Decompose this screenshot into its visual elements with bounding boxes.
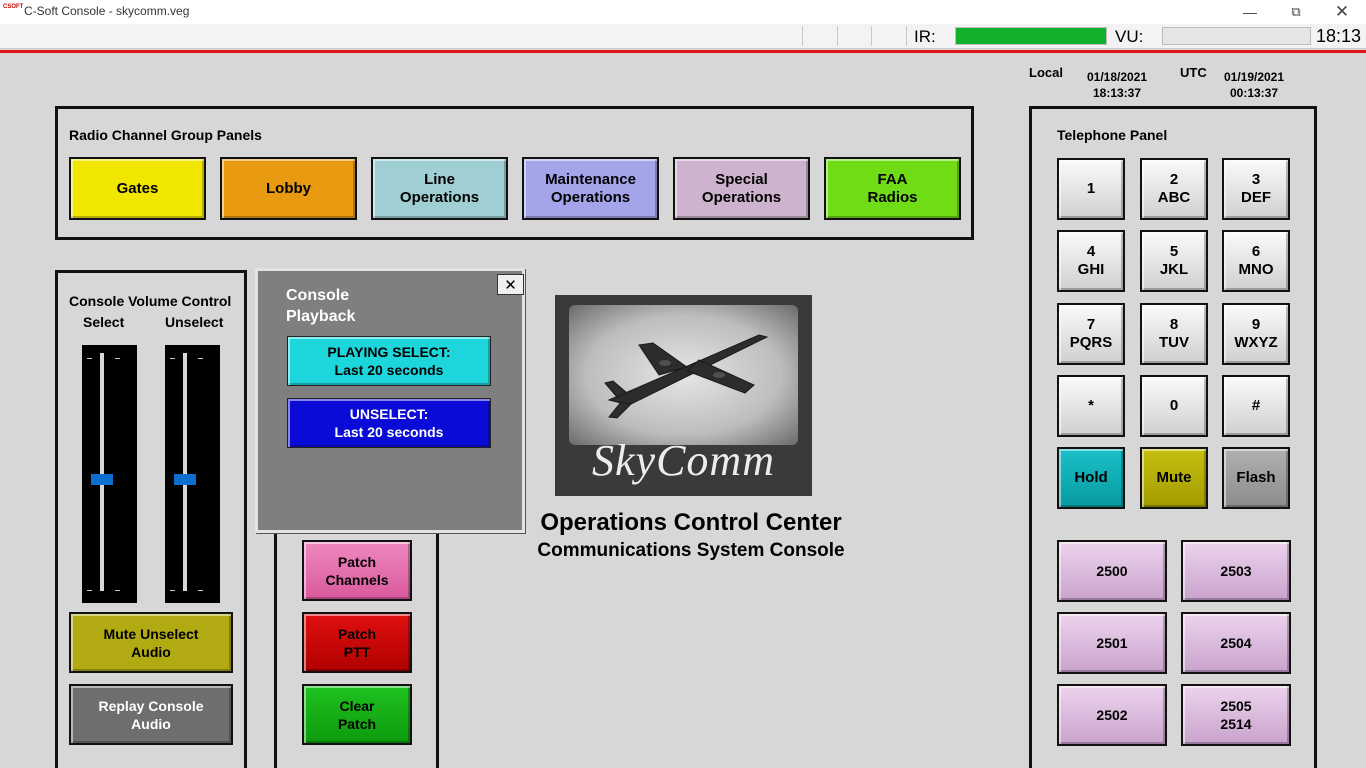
radio-group-maintenance-operations-button[interactable]: Maintenance Operations bbox=[522, 157, 659, 220]
restore-icon: ⧉ bbox=[1291, 4, 1301, 19]
slider-tick bbox=[87, 590, 92, 591]
radio-group-lobby-button[interactable]: Lobby bbox=[220, 157, 357, 220]
clear-patch-button[interactable]: Clear Patch bbox=[302, 684, 412, 745]
slider-rail bbox=[183, 353, 187, 591]
status-divider bbox=[906, 26, 907, 46]
airplane-icon bbox=[604, 334, 769, 419]
extension-2504-button[interactable]: 2504 bbox=[1181, 612, 1291, 674]
slider-tick bbox=[170, 590, 175, 591]
radio-group-gates-button[interactable]: Gates bbox=[69, 157, 206, 220]
vu-label: VU: bbox=[1115, 27, 1144, 46]
radio-group-faa-radios-button[interactable]: FAA Radios bbox=[824, 157, 961, 220]
dial-key-4[interactable]: 4 GHI bbox=[1057, 230, 1125, 292]
minimize-button[interactable]: — bbox=[1227, 0, 1273, 24]
dial-key-0[interactable]: 0 bbox=[1140, 375, 1208, 437]
utc-time-label: UTC bbox=[1180, 65, 1207, 80]
volume-panel-title: Console Volume Control bbox=[69, 293, 232, 309]
ir-meter bbox=[955, 27, 1107, 45]
unselect-volume-thumb[interactable] bbox=[174, 473, 196, 485]
dial-key-star[interactable]: * bbox=[1057, 375, 1125, 437]
vu-meter bbox=[1162, 27, 1311, 45]
extension-2501-button[interactable]: 2501 bbox=[1057, 612, 1167, 674]
close-icon: ✕ bbox=[504, 276, 517, 294]
minimize-icon: — bbox=[1243, 4, 1257, 20]
ir-label: IR: bbox=[914, 27, 936, 46]
radio-group-line-operations-button[interactable]: Line Operations bbox=[371, 157, 508, 220]
console-playback-popup: Console Playback ✕ PLAYING SELECT: Last … bbox=[255, 268, 525, 533]
slider-tick bbox=[170, 358, 175, 359]
extension-2500-button[interactable]: 2500 bbox=[1057, 540, 1167, 602]
local-time-label: Local bbox=[1029, 65, 1063, 80]
local-time: 18:13:37 bbox=[1092, 86, 1142, 100]
dial-key-1[interactable]: 1 bbox=[1057, 158, 1125, 220]
page-title: Operations Control Center bbox=[540, 509, 842, 536]
dial-key-3[interactable]: 3 DEF bbox=[1222, 158, 1290, 220]
radio-channel-panel: Radio Channel Group Panels Gates Lobby L… bbox=[55, 106, 974, 240]
window-title: C-Soft Console - skycomm.veg bbox=[24, 4, 190, 18]
replay-console-audio-button[interactable]: Replay Console Audio bbox=[69, 684, 233, 745]
patch-channels-button[interactable]: Patch Channels bbox=[302, 540, 412, 601]
flash-button[interactable]: Flash bbox=[1222, 447, 1290, 509]
select-volume-thumb[interactable] bbox=[91, 473, 113, 485]
dial-key-2[interactable]: 2 ABC bbox=[1140, 158, 1208, 220]
skycomm-logo: SkyComm bbox=[555, 295, 812, 496]
slider-rail bbox=[100, 353, 104, 591]
ir-meter-fill bbox=[956, 28, 1106, 44]
extension-2502-button[interactable]: 2502 bbox=[1057, 684, 1167, 746]
slider-tick bbox=[115, 590, 120, 591]
title-bar: CSOFT C-Soft Console - skycomm.veg — ⧉ ✕ bbox=[0, 0, 1366, 24]
slider-tick bbox=[115, 358, 120, 359]
dial-key-8[interactable]: 8 TUV bbox=[1140, 303, 1208, 365]
select-label: Select bbox=[83, 314, 125, 330]
slider-tick bbox=[198, 590, 203, 591]
header-divider bbox=[0, 50, 1366, 53]
popup-title: Console Playback bbox=[286, 287, 356, 325]
volume-control-panel: Console Volume Control Select Unselect M… bbox=[55, 270, 247, 768]
status-clock: 18:13 bbox=[1316, 26, 1362, 46]
close-window-button[interactable]: ✕ bbox=[1319, 0, 1365, 24]
dial-key-9[interactable]: 9 WXYZ bbox=[1222, 303, 1290, 365]
airplane-image bbox=[569, 305, 798, 445]
slider-tick bbox=[87, 358, 92, 359]
slider-tick bbox=[198, 358, 203, 359]
unselect-volume-slider[interactable] bbox=[165, 345, 220, 603]
playing-select-button[interactable]: PLAYING SELECT: Last 20 seconds bbox=[287, 336, 491, 386]
radio-panel-title: Radio Channel Group Panels bbox=[69, 127, 262, 143]
select-volume-slider[interactable] bbox=[82, 345, 137, 603]
dial-key-5[interactable]: 5 JKL bbox=[1140, 230, 1208, 292]
radio-group-special-operations-button[interactable]: Special Operations bbox=[673, 157, 810, 220]
local-date: 01/18/2021 bbox=[1086, 70, 1148, 84]
telephone-panel-title: Telephone Panel bbox=[1057, 127, 1168, 143]
patch-panel: Patch Channels Patch PTT Clear Patch bbox=[274, 500, 439, 768]
unselect-label: Unselect bbox=[165, 314, 224, 330]
unselect-playback-button[interactable]: UNSELECT: Last 20 seconds bbox=[287, 398, 491, 448]
mute-unselect-audio-button[interactable]: Mute Unselect Audio bbox=[69, 612, 233, 673]
app-icon: CSOFT bbox=[3, 4, 24, 10]
telephone-panel: Telephone Panel 1 2 ABC 3 DEF 4 GHI 5 JK… bbox=[1029, 106, 1317, 768]
dial-key-pound[interactable]: # bbox=[1222, 375, 1290, 437]
status-divider bbox=[837, 26, 838, 46]
page-subtitle: Communications System Console bbox=[537, 540, 845, 561]
status-divider bbox=[871, 26, 872, 46]
status-divider bbox=[802, 26, 803, 46]
dial-key-6[interactable]: 6 MNO bbox=[1222, 230, 1290, 292]
close-icon: ✕ bbox=[1334, 2, 1350, 21]
extension-2503-button[interactable]: 2503 bbox=[1181, 540, 1291, 602]
popup-close-button[interactable]: ✕ bbox=[497, 274, 524, 295]
patch-ptt-button[interactable]: Patch PTT bbox=[302, 612, 412, 673]
mute-button[interactable]: Mute bbox=[1140, 447, 1208, 509]
hold-button[interactable]: Hold bbox=[1057, 447, 1125, 509]
utc-time: 00:13:37 bbox=[1229, 86, 1279, 100]
dial-key-7[interactable]: 7 PQRS bbox=[1057, 303, 1125, 365]
utc-date: 01/19/2021 bbox=[1223, 70, 1285, 84]
extension-2505-2514-button[interactable]: 2505 2514 bbox=[1181, 684, 1291, 746]
logo-text: SkyComm bbox=[592, 436, 775, 485]
restore-button[interactable]: ⧉ bbox=[1273, 0, 1319, 24]
